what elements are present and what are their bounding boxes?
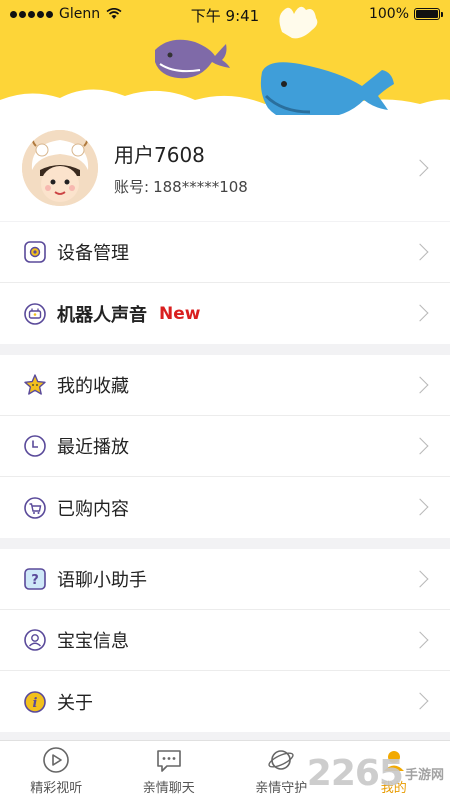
menu-item-label: 关于 — [57, 692, 93, 714]
menu-item-label: 我的收藏 — [57, 376, 129, 397]
star-icon — [23, 373, 47, 397]
account-value: 188*****108 — [153, 178, 248, 196]
menu-group-other: ? 语聊小助手 宝宝信息 i 关于 — [0, 549, 450, 732]
tab-label: 精彩视听 — [30, 780, 83, 796]
menu-item-device-management[interactable]: 设备管理 — [0, 222, 450, 283]
tab-featured-media[interactable]: 精彩视听 — [0, 741, 113, 800]
tab-label: 亲情守护 — [255, 780, 308, 796]
chat-icon — [156, 749, 181, 772]
menu-group-device: 设备管理 机器人声音 New — [0, 222, 450, 344]
menu-item-recent-play[interactable]: 最近播放 — [0, 416, 450, 477]
question-icon: ? — [23, 567, 47, 591]
chevron-right-icon — [411, 570, 429, 588]
site-watermark: 2265 手游网 — [307, 753, 444, 794]
battery-icon — [414, 8, 443, 20]
menu-item-label: 机器人声音 — [57, 304, 147, 326]
menu-item-label: 设备管理 — [57, 243, 129, 264]
username: 用户7608 — [114, 143, 205, 167]
small-whale-illustration — [155, 39, 230, 79]
chevron-right-icon — [411, 243, 429, 261]
tab-label: 亲情聊天 — [142, 780, 195, 796]
play-icon — [43, 746, 70, 773]
chevron-right-icon — [411, 498, 429, 516]
menu-item-purchased[interactable]: 已购内容 — [0, 477, 450, 538]
menu-item-label: 宝宝信息 — [57, 631, 129, 652]
cart-icon — [23, 496, 47, 520]
svg-text:?: ? — [31, 573, 39, 588]
watermark-number: 2265 — [306, 753, 404, 794]
chevron-right-icon — [411, 159, 429, 177]
chevron-right-icon — [411, 437, 429, 455]
account-number: 账号: 188*****108 — [114, 176, 252, 197]
menu-item-chat-assistant[interactable]: ? 语聊小助手 — [0, 549, 450, 610]
chevron-right-icon — [411, 692, 429, 710]
menu-item-baby-info[interactable]: 宝宝信息 — [0, 610, 450, 671]
chevron-right-icon — [411, 631, 429, 649]
status-bar: Glenn 下午 9:41 100% — [0, 0, 450, 28]
profile-card[interactable]: 用户7608 账号: 188*****108 — [0, 115, 450, 221]
menu-item-label: 最近播放 — [57, 437, 129, 458]
menu-item-favorites[interactable]: 我的收藏 — [0, 355, 450, 416]
menu-item-about[interactable]: i 关于 — [0, 671, 450, 732]
watermark-text: 手游网 — [404, 768, 444, 783]
svg-text:i: i — [33, 696, 38, 711]
menu-item-label: 语聊小助手 — [57, 570, 147, 591]
status-time: 下午 9:41 — [190, 7, 260, 25]
tab-family-chat[interactable]: 亲情聊天 — [113, 741, 226, 800]
menu-group-content: 我的收藏 最近播放 已购内容 — [0, 355, 450, 538]
menu-item-robot-voice[interactable]: 机器人声音 New — [0, 283, 450, 344]
person-icon — [23, 628, 47, 652]
new-badge: New — [159, 303, 201, 324]
chevron-right-icon — [411, 376, 429, 394]
planet-icon — [268, 749, 294, 770]
clock-icon — [23, 434, 47, 458]
avatar[interactable] — [22, 130, 98, 206]
info-icon: i — [23, 690, 47, 714]
robot-icon — [23, 302, 47, 326]
chevron-right-icon — [411, 304, 429, 322]
menu-item-label: 已购内容 — [57, 498, 129, 520]
account-label: 账号: — [114, 178, 150, 196]
gear-icon — [23, 240, 47, 264]
